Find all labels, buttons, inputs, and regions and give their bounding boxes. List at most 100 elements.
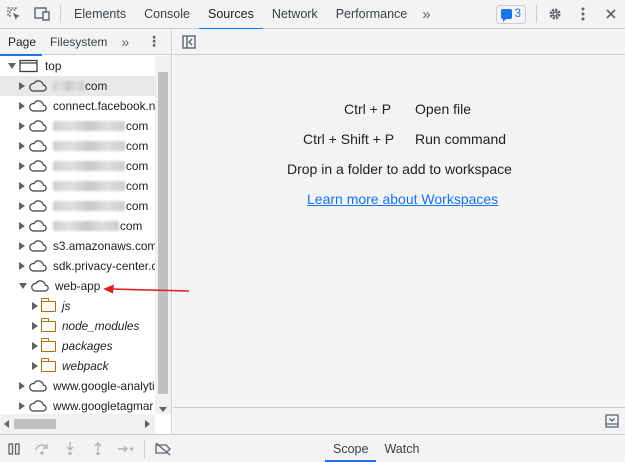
cloud-icon bbox=[29, 240, 47, 252]
close-icon[interactable] bbox=[597, 0, 625, 29]
learn-more-link[interactable]: Learn more about Workspaces bbox=[307, 191, 498, 207]
deactivate-breakpoints-icon[interactable] bbox=[149, 435, 177, 462]
tree-item-label: www.google-analyti bbox=[53, 379, 155, 393]
tree-item-domain[interactable]: com bbox=[0, 136, 155, 156]
collapsed-arrow-icon[interactable] bbox=[19, 262, 25, 270]
toolbar-divider bbox=[536, 5, 537, 23]
toolbar-divider bbox=[60, 5, 61, 23]
toggle-navigator-icon[interactable] bbox=[181, 34, 197, 53]
cloud-icon bbox=[29, 400, 47, 412]
tree-item-domain[interactable]: www.googletagmar bbox=[0, 396, 155, 414]
redacted-text bbox=[53, 201, 125, 211]
more-tabs-button[interactable]: » bbox=[416, 6, 436, 23]
pause-icon[interactable] bbox=[0, 435, 28, 462]
cloud-icon bbox=[29, 120, 47, 132]
collapsed-arrow-icon[interactable] bbox=[19, 162, 25, 170]
scroll-left-arrow-icon[interactable] bbox=[4, 420, 9, 428]
toggle-debugger-icon[interactable] bbox=[605, 414, 619, 431]
tree-item-label: com bbox=[126, 159, 149, 173]
editor-placeholder: Ctrl + P Open file Ctrl + Shift + P Run … bbox=[173, 55, 625, 407]
step-into-icon[interactable] bbox=[56, 435, 84, 462]
tree-item-domain[interactable]: com bbox=[0, 216, 155, 236]
tab-elements[interactable]: Elements bbox=[65, 0, 135, 29]
scrollbar-thumb[interactable] bbox=[14, 419, 56, 429]
expanded-arrow-icon[interactable] bbox=[19, 283, 27, 289]
scroll-right-arrow-icon[interactable] bbox=[145, 420, 150, 428]
tab-page[interactable]: Page bbox=[0, 29, 43, 56]
toolbar-divider bbox=[144, 439, 145, 458]
navigator-menu-icon[interactable]: ⋮ bbox=[147, 33, 161, 50]
scrollbar-thumb[interactable] bbox=[158, 72, 168, 394]
tab-network[interactable]: Network bbox=[263, 0, 327, 29]
tree-item-label: connect.facebook.ne bbox=[53, 99, 155, 113]
tree-item-label: com bbox=[126, 179, 149, 193]
tree-item-label: webpack bbox=[62, 359, 109, 373]
tree-item-domain[interactable]: com bbox=[0, 116, 155, 136]
collapsed-arrow-icon[interactable] bbox=[19, 182, 25, 190]
collapsed-arrow-icon[interactable] bbox=[19, 142, 25, 150]
collapsed-arrow-icon[interactable] bbox=[19, 242, 25, 250]
folder-icon bbox=[40, 317, 56, 332]
horizontal-scrollbar[interactable] bbox=[0, 414, 155, 434]
kebab-menu-icon[interactable] bbox=[569, 0, 597, 29]
collapsed-arrow-icon[interactable] bbox=[32, 302, 38, 310]
main-toolbar: Elements Console Sources Network Perform… bbox=[0, 0, 625, 30]
tree-item-domain[interactable]: com bbox=[0, 76, 155, 96]
navigator-more-button[interactable]: » bbox=[113, 29, 135, 55]
tree-item-label: com bbox=[126, 199, 149, 213]
file-tree: top com connect.facebook.ne com com com … bbox=[0, 56, 155, 414]
tree-item-label: com bbox=[85, 79, 108, 93]
collapsed-arrow-icon[interactable] bbox=[19, 202, 25, 210]
redacted-text bbox=[53, 81, 84, 91]
expanded-arrow-icon[interactable] bbox=[8, 63, 16, 69]
collapsed-arrow-icon[interactable] bbox=[19, 382, 25, 390]
tree-item-folder[interactable]: js bbox=[0, 296, 155, 316]
inspect-element-icon[interactable] bbox=[0, 0, 28, 29]
tab-sources[interactable]: Sources bbox=[198, 0, 263, 30]
tree-item-top[interactable]: top bbox=[0, 56, 155, 76]
collapsed-arrow-icon[interactable] bbox=[19, 102, 25, 110]
tree-item-folder[interactable]: webpack bbox=[0, 356, 155, 376]
tree-item-domain[interactable]: sdk.privacy-center.c bbox=[0, 256, 155, 276]
tab-filesystem[interactable]: Filesystem bbox=[42, 29, 113, 55]
navigator-tabs: Page Filesystem » ⋮ bbox=[0, 29, 171, 56]
tree-item-domain[interactable]: s3.amazonaws.com bbox=[0, 236, 155, 256]
cloud-icon bbox=[29, 160, 47, 172]
tree-item-label: sdk.privacy-center.c bbox=[53, 259, 155, 273]
tree-item-folder[interactable]: packages bbox=[0, 336, 155, 356]
cloud-icon bbox=[29, 260, 47, 272]
collapsed-arrow-icon[interactable] bbox=[32, 322, 38, 330]
step-icon[interactable] bbox=[112, 435, 140, 462]
issues-counter-button[interactable]: 3 bbox=[495, 4, 526, 24]
device-toolbar-icon[interactable] bbox=[28, 0, 56, 29]
collapsed-arrow-icon[interactable] bbox=[19, 222, 25, 230]
tab-scope[interactable]: Scope bbox=[325, 435, 377, 462]
cloud-icon bbox=[31, 280, 49, 292]
tree-item-domain[interactable]: connect.facebook.ne bbox=[0, 96, 155, 116]
collapsed-arrow-icon[interactable] bbox=[19, 122, 25, 130]
tab-console[interactable]: Console bbox=[135, 0, 199, 29]
tree-item-domain[interactable]: com bbox=[0, 176, 155, 196]
tree-item-label: node_modules bbox=[62, 319, 140, 333]
tree-item-domain[interactable]: com bbox=[0, 196, 155, 216]
collapsed-arrow-icon[interactable] bbox=[32, 362, 38, 370]
shortcut-keys: Ctrl + Shift + P bbox=[303, 131, 395, 147]
scroll-down-arrow-icon[interactable] bbox=[159, 407, 167, 412]
collapsed-arrow-icon[interactable] bbox=[19, 402, 25, 410]
step-out-icon[interactable] bbox=[84, 435, 112, 462]
tree-item-domain[interactable]: www.google-analyti bbox=[0, 376, 155, 396]
tab-watch[interactable]: Watch bbox=[376, 435, 427, 462]
cloud-icon bbox=[29, 180, 47, 192]
tab-performance[interactable]: Performance bbox=[327, 0, 417, 29]
tree-item-folder[interactable]: node_modules bbox=[0, 316, 155, 336]
step-over-icon[interactable] bbox=[28, 435, 56, 462]
folder-icon bbox=[40, 297, 56, 312]
tree-item-web-app[interactable]: web-app bbox=[0, 276, 155, 296]
redacted-text bbox=[53, 221, 119, 231]
gear-icon[interactable] bbox=[541, 0, 569, 29]
collapsed-arrow-icon[interactable] bbox=[32, 342, 38, 350]
tree-item-domain[interactable]: com bbox=[0, 156, 155, 176]
collapsed-arrow-icon[interactable] bbox=[19, 82, 25, 90]
editor-status-bar bbox=[173, 407, 625, 434]
vertical-scrollbar[interactable] bbox=[155, 56, 171, 414]
